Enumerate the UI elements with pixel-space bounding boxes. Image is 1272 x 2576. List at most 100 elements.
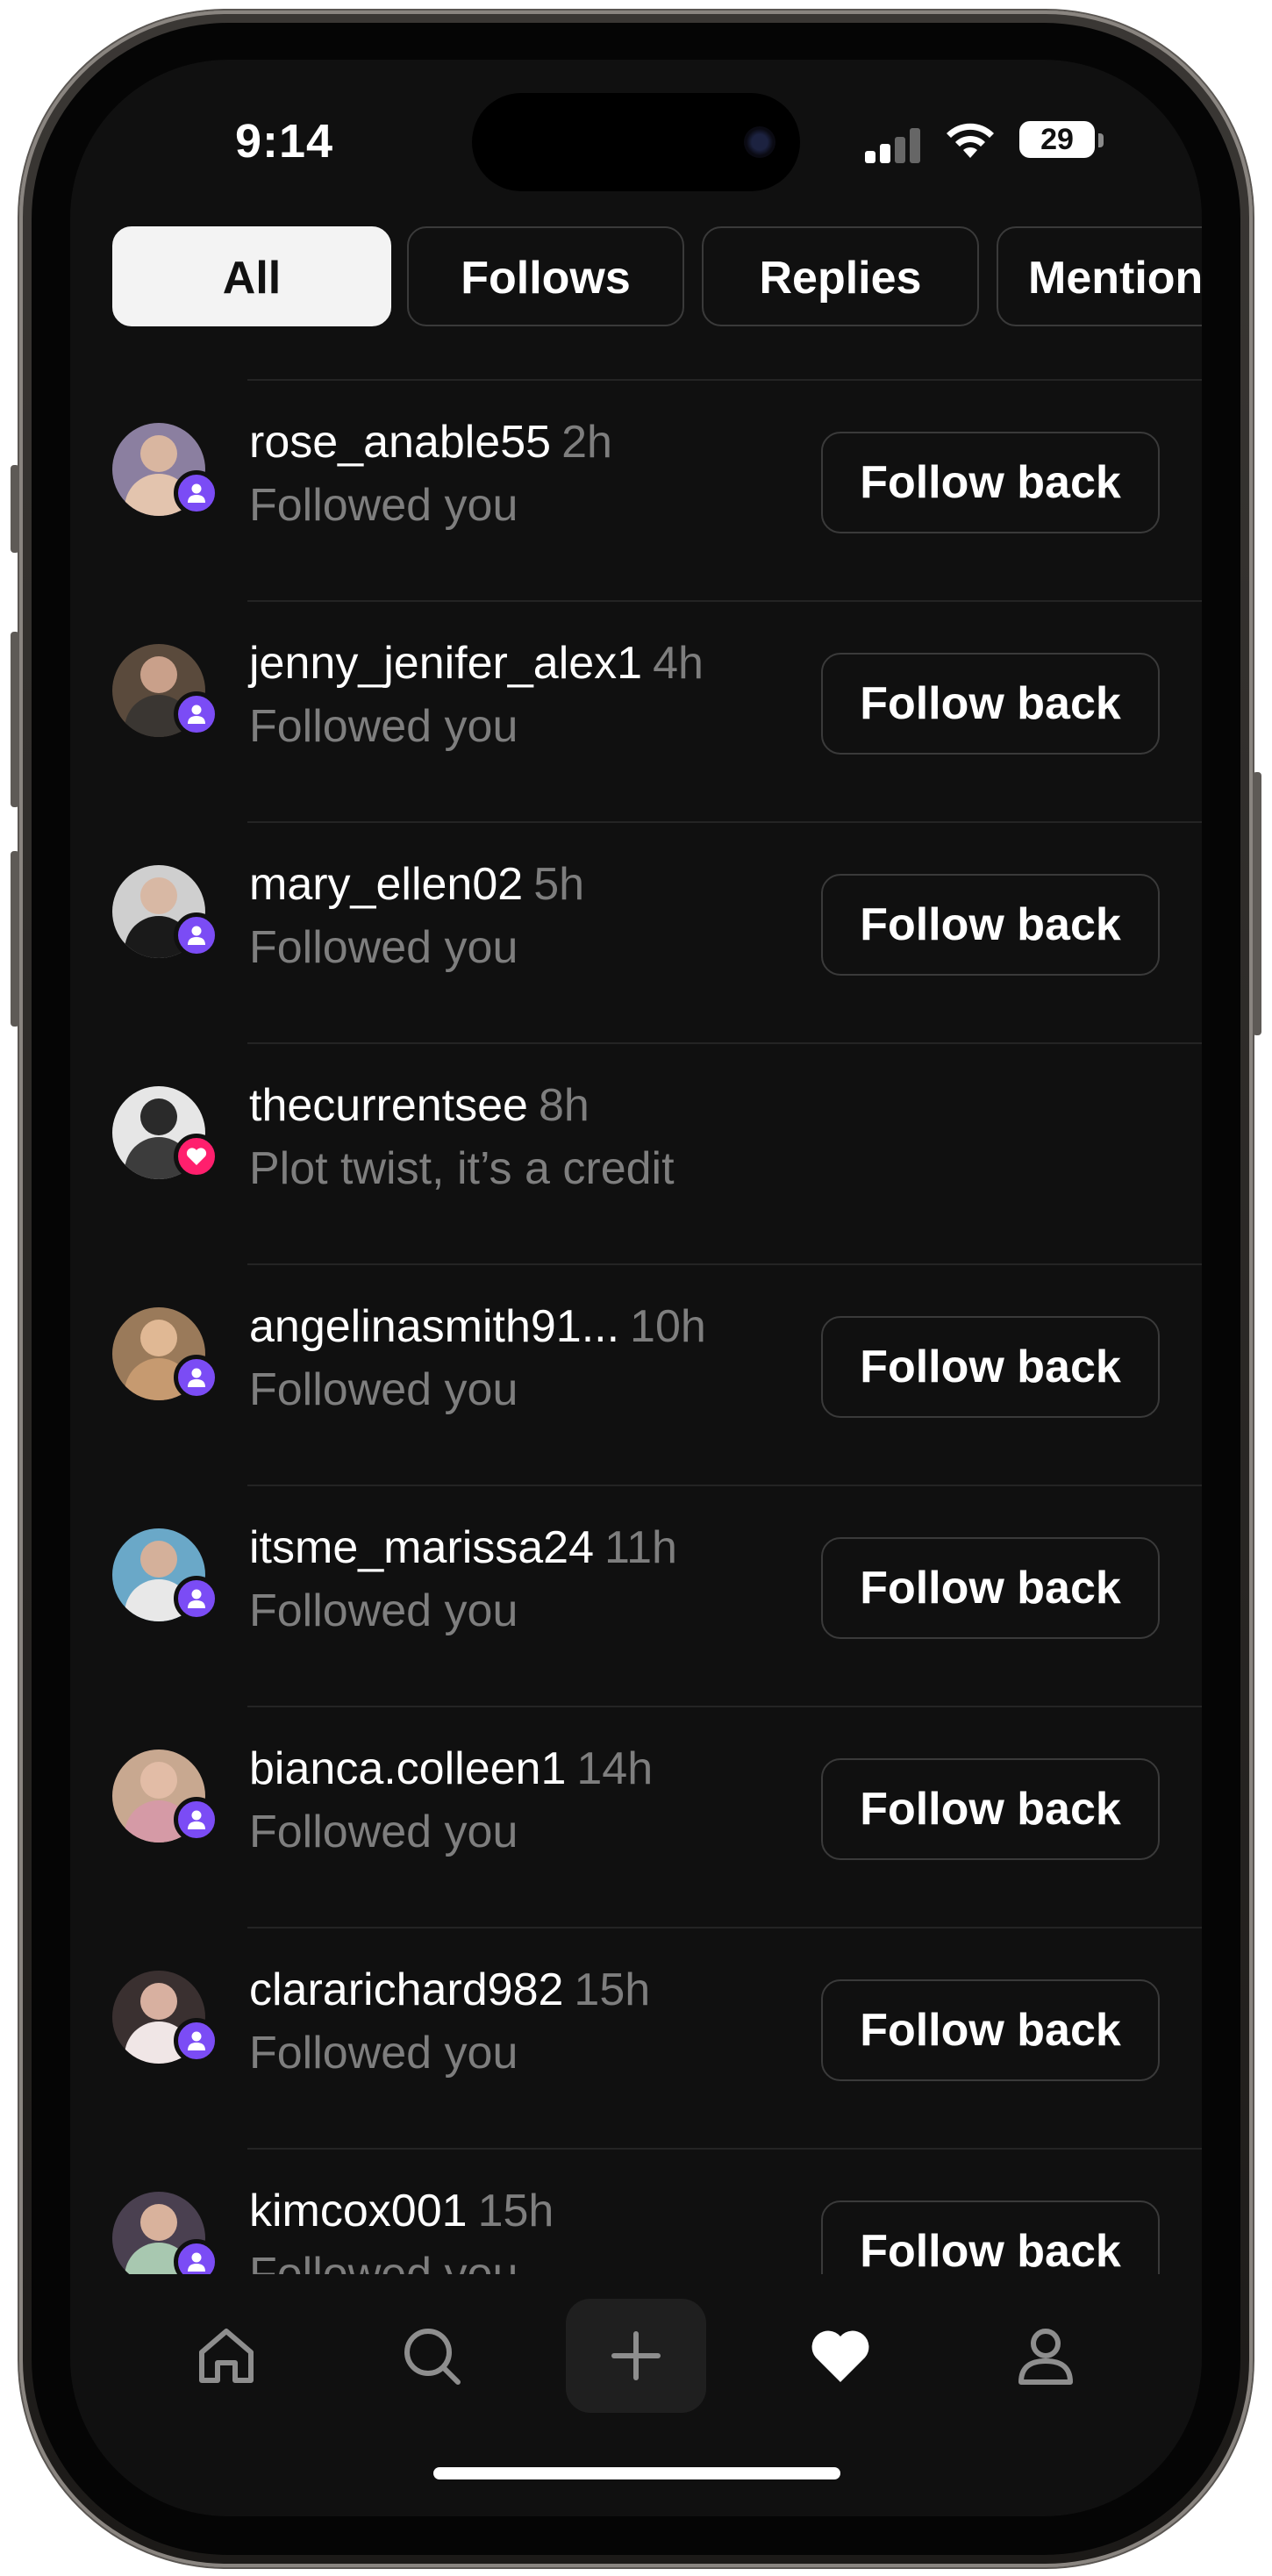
follow-back-button[interactable]: Follow back	[821, 2200, 1160, 2274]
username[interactable]: angelinasmith91... 10h	[249, 1300, 706, 1353]
username-text: itsme_marissa24	[249, 1522, 595, 1573]
username-text: clararichard982	[249, 1964, 564, 2015]
username[interactable]: jenny_jenifer_alex1 4h	[249, 637, 704, 690]
activity-description: Followed you	[249, 480, 518, 531]
cellular-signal-icon	[865, 128, 921, 163]
activity-description: Followed you	[249, 1585, 518, 1636]
activity-description: Followed you	[249, 701, 518, 752]
nav-profile[interactable]	[975, 2299, 1116, 2413]
username[interactable]: thecurrentsee 8h	[249, 1079, 590, 1132]
like-badge-icon	[174, 1134, 219, 1179]
nav-activity[interactable]	[770, 2299, 911, 2413]
activity-row[interactable]: itsme_marissa24 11h Followed you Follow b…	[70, 1485, 1202, 1706]
wifi-icon	[947, 123, 994, 158]
activity-description: Followed you	[249, 2249, 518, 2274]
follow-back-button[interactable]: Follow back	[821, 653, 1160, 755]
divider	[247, 1042, 1202, 1044]
dynamic-island	[472, 93, 800, 191]
timestamp: 10h	[630, 1301, 706, 1352]
activity-description: Followed you	[249, 2028, 518, 2079]
activity-row[interactable]: rose_anable55 2h Followed you Follow back	[70, 379, 1202, 600]
follow-back-button[interactable]: Follow back	[821, 1758, 1160, 1860]
divider	[247, 1263, 1202, 1265]
divider	[247, 1485, 1202, 1486]
timestamp: 15h	[574, 1964, 651, 2015]
follow-back-button[interactable]: Follow back	[821, 1537, 1160, 1639]
search-icon	[404, 2329, 461, 2385]
volume-down-button	[11, 851, 19, 1027]
activity-description: Followed you	[249, 922, 518, 973]
divider	[247, 379, 1202, 381]
follow-badge-icon	[174, 2018, 219, 2064]
home-indicator[interactable]	[433, 2467, 840, 2479]
timestamp: 14h	[576, 1743, 654, 1794]
plus-icon	[611, 2331, 661, 2380]
follow-badge-icon	[174, 691, 219, 737]
activity-row[interactable]: clararichard982 15h Followed you Follow b…	[70, 1927, 1202, 2148]
activity-row[interactable]: mary_ellen02 5h Followed you Follow back	[70, 821, 1202, 1042]
tab-mentions[interactable]: Mentions	[997, 226, 1202, 326]
nav-search[interactable]	[361, 2299, 502, 2413]
follow-back-button[interactable]: Follow back	[821, 1316, 1160, 1418]
follow-back-button[interactable]: Follow back	[821, 1979, 1160, 2081]
home-icon	[199, 2329, 254, 2383]
activity-description: Followed you	[249, 1364, 518, 1415]
divider	[247, 1706, 1202, 1707]
username[interactable]: clararichard982 15h	[249, 1964, 650, 2016]
username-text: kimcox001	[249, 2186, 468, 2236]
timestamp: 15h	[477, 2186, 554, 2236]
activity-row[interactable]: thecurrentsee 8h Plot twist, it’s a credi…	[70, 1042, 1202, 1263]
power-button	[1253, 772, 1261, 1035]
timestamp: 2h	[561, 417, 612, 468]
username-text: mary_ellen02	[249, 859, 524, 910]
screen: 9:14 29 All Follows Replies Mentions	[70, 60, 1202, 2516]
divider	[247, 821, 1202, 823]
tab-follows[interactable]: Follows	[407, 226, 684, 326]
username-text: bianca.colleen1	[249, 1743, 567, 1794]
heart-icon	[811, 2330, 869, 2382]
activity-row[interactable]: jenny_jenifer_alex1 4h Followed you Follo…	[70, 600, 1202, 821]
tab-replies[interactable]: Replies	[702, 226, 979, 326]
follow-badge-icon	[174, 470, 219, 516]
follow-badge-icon	[174, 1576, 219, 1621]
bottom-nav	[70, 2299, 1202, 2430]
tab-all[interactable]: All	[112, 226, 391, 326]
timestamp: 8h	[538, 1080, 590, 1131]
divider	[247, 2148, 1202, 2150]
username[interactable]: rose_anable55 2h	[249, 416, 612, 469]
username-text: thecurrentsee	[249, 1080, 528, 1131]
nav-home[interactable]	[156, 2299, 297, 2413]
timestamp: 4h	[653, 638, 704, 689]
activity-description: Followed you	[249, 1807, 518, 1857]
follow-back-button[interactable]: Follow back	[821, 874, 1160, 976]
username[interactable]: mary_ellen02 5h	[249, 858, 584, 911]
follow-badge-icon	[174, 2239, 219, 2274]
divider	[247, 1927, 1202, 1928]
activity-list: rose_anable55 2h Followed you Follow back…	[70, 379, 1202, 2274]
follow-badge-icon	[174, 912, 219, 958]
activity-row[interactable]: kimcox001 15h Followed you Follow back	[70, 2148, 1202, 2274]
volume-up-button	[11, 632, 19, 807]
username[interactable]: itsme_marissa24 11h	[249, 1521, 677, 1574]
action-button	[11, 465, 19, 553]
follow-badge-icon	[174, 1355, 219, 1400]
nav-create[interactable]	[566, 2299, 706, 2413]
username-text: jenny_jenifer_alex1	[249, 638, 643, 689]
timestamp: 5h	[533, 859, 585, 910]
timestamp: 11h	[604, 1522, 677, 1573]
follow-back-button[interactable]: Follow back	[821, 432, 1160, 533]
activity-row[interactable]: bianca.colleen1 14h Followed you Follow b…	[70, 1706, 1202, 1927]
battery-icon: 29	[1019, 121, 1095, 158]
username-text: rose_anable55	[249, 417, 552, 468]
divider	[247, 600, 1202, 602]
username[interactable]: kimcox001 15h	[249, 2185, 554, 2237]
username[interactable]: bianca.colleen1 14h	[249, 1742, 653, 1795]
status-time: 9:14	[235, 115, 334, 168]
follow-badge-icon	[174, 1797, 219, 1843]
activity-filter-tabs: All Follows Replies Mentions	[112, 226, 1202, 332]
activity-description: Plot twist, it’s a credit	[249, 1143, 675, 1194]
activity-row[interactable]: angelinasmith91... 10h Followed you Follo…	[70, 1263, 1202, 1485]
profile-icon	[1018, 2329, 1073, 2385]
battery-nub	[1098, 133, 1104, 147]
username-text: angelinasmith91...	[249, 1301, 620, 1352]
